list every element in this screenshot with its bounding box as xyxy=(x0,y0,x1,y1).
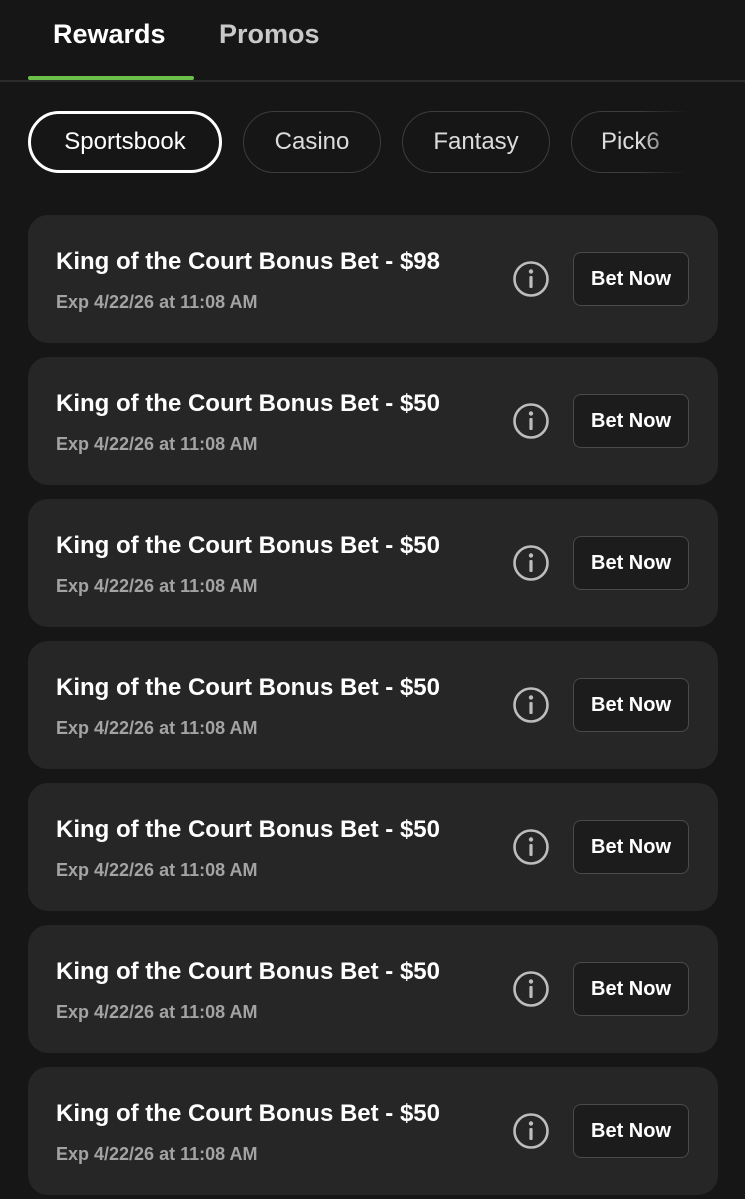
info-icon[interactable] xyxy=(512,260,550,298)
reward-card: King of the Court Bonus Bet - $50 Exp 4/… xyxy=(28,1067,718,1195)
reward-card: King of the Court Bonus Bet - $50 Exp 4/… xyxy=(28,357,718,485)
reward-title: King of the Court Bonus Bet - $50 xyxy=(56,674,440,701)
reward-card: King of the Court Bonus Bet - $50 Exp 4/… xyxy=(28,925,718,1053)
bet-now-button[interactable]: Bet Now xyxy=(573,394,689,448)
reward-expiry: Exp 4/22/26 at 11:08 AM xyxy=(56,1144,258,1164)
reward-card: King of the Court Bonus Bet - $50 Exp 4/… xyxy=(28,641,718,769)
info-icon[interactable] xyxy=(512,828,550,866)
top-tab-bar: Rewards Promos xyxy=(0,0,745,82)
active-tab-indicator xyxy=(28,76,194,80)
bet-now-button[interactable]: Bet Now xyxy=(573,678,689,732)
reward-expiry: Exp 4/22/26 at 11:08 AM xyxy=(56,860,258,880)
chip-pick6[interactable]: Pick6 xyxy=(571,111,700,173)
reward-title: King of the Court Bonus Bet - $50 xyxy=(56,532,440,559)
reward-title: King of the Court Bonus Bet - $50 xyxy=(56,390,440,417)
category-filter-bar: Sportsbook Casino Fantasy Pick6 xyxy=(0,111,700,173)
reward-card: King of the Court Bonus Bet - $50 Exp 4/… xyxy=(28,783,718,911)
reward-title: King of the Court Bonus Bet - $98 xyxy=(56,248,440,275)
bet-now-button[interactable]: Bet Now xyxy=(573,252,689,306)
chip-sportsbook[interactable]: Sportsbook xyxy=(28,111,222,173)
reward-expiry: Exp 4/22/26 at 11:08 AM xyxy=(56,292,258,312)
info-icon[interactable] xyxy=(512,544,550,582)
info-icon[interactable] xyxy=(512,970,550,1008)
reward-expiry: Exp 4/22/26 at 11:08 AM xyxy=(56,1002,258,1022)
reward-card: King of the Court Bonus Bet - $98 Exp 4/… xyxy=(28,215,718,343)
reward-expiry: Exp 4/22/26 at 11:08 AM xyxy=(56,434,258,454)
reward-title: King of the Court Bonus Bet - $50 xyxy=(56,1100,440,1127)
bet-now-button[interactable]: Bet Now xyxy=(573,962,689,1016)
bet-now-button[interactable]: Bet Now xyxy=(573,820,689,874)
info-icon[interactable] xyxy=(512,1112,550,1150)
bet-now-button[interactable]: Bet Now xyxy=(573,536,689,590)
chip-fantasy[interactable]: Fantasy xyxy=(402,111,550,173)
reward-title: King of the Court Bonus Bet - $50 xyxy=(56,816,440,843)
info-icon[interactable] xyxy=(512,402,550,440)
chip-casino[interactable]: Casino xyxy=(243,111,381,173)
reward-expiry: Exp 4/22/26 at 11:08 AM xyxy=(56,576,258,596)
reward-title: King of the Court Bonus Bet - $50 xyxy=(56,958,440,985)
info-icon[interactable] xyxy=(512,686,550,724)
bet-now-button[interactable]: Bet Now xyxy=(573,1104,689,1158)
tab-promos[interactable]: Promos xyxy=(219,14,320,54)
reward-card: King of the Court Bonus Bet - $50 Exp 4/… xyxy=(28,499,718,627)
reward-expiry: Exp 4/22/26 at 11:08 AM xyxy=(56,718,258,738)
tab-rewards[interactable]: Rewards xyxy=(53,14,166,54)
